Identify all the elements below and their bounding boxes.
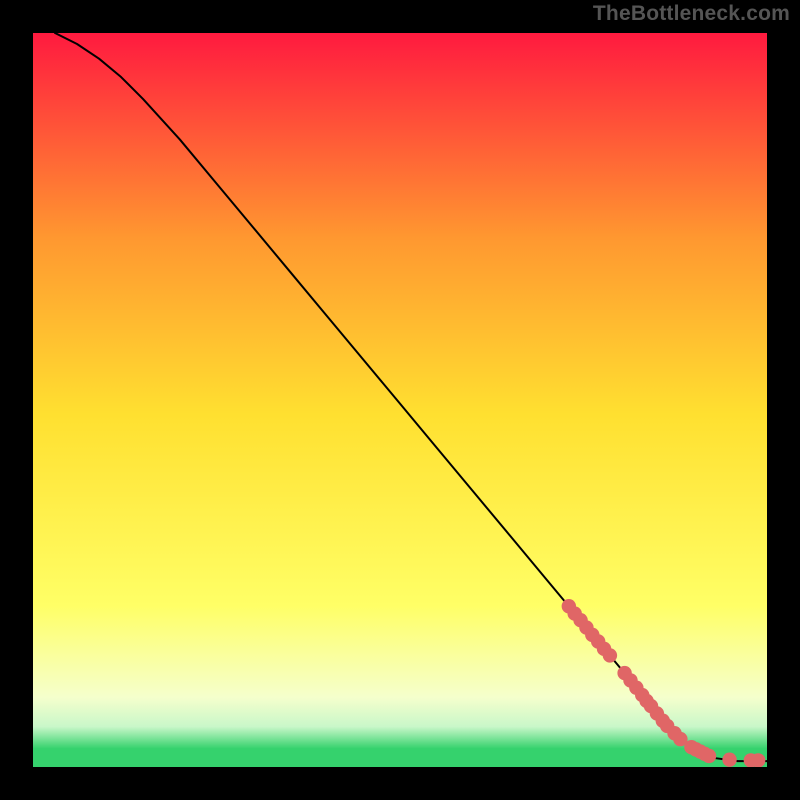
data-point	[722, 752, 736, 766]
chart-frame: TheBottleneck.com	[0, 0, 800, 800]
plot-area	[33, 33, 767, 767]
data-point	[751, 753, 765, 767]
data-point	[603, 648, 617, 662]
data-point	[702, 749, 716, 763]
watermark-text: TheBottleneck.com	[593, 2, 790, 26]
gradient-background	[33, 33, 767, 767]
chart-svg	[33, 33, 767, 767]
